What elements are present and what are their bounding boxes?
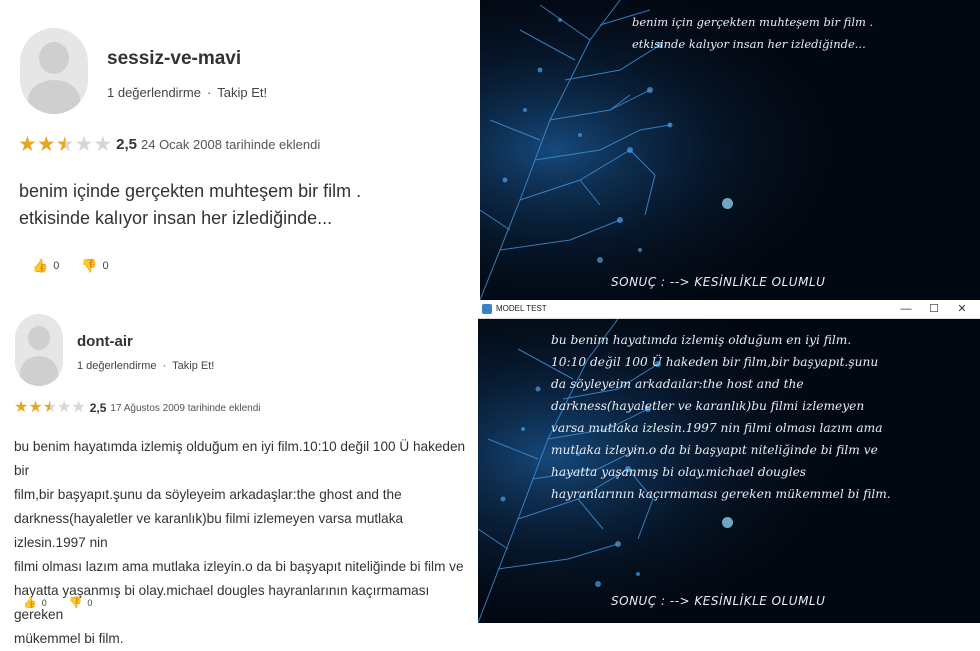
sentiment-result: SONUÇ : --> KESİNLİKLE OLUMLU	[611, 594, 826, 608]
close-button[interactable]: ✕	[948, 301, 976, 318]
review-text: benim içinde gerçekten muhteşem bir film…	[19, 181, 362, 228]
minimize-button[interactable]: —	[892, 301, 920, 318]
username[interactable]: sessiz-ve-mavi	[107, 48, 241, 70]
maximize-button[interactable]: ☐	[920, 301, 948, 318]
thumbs-down-icon[interactable]: 👎	[69, 596, 83, 609]
status-dot	[722, 517, 733, 528]
review-card-2: dont-air 1 değerlendirme · Takip Et! ★ ★ ★…	[0, 302, 478, 646]
avatar[interactable]	[20, 28, 88, 114]
window-title: MODEL TEST	[496, 304, 547, 313]
star-icon: ★	[14, 399, 29, 416]
sentiment-result: SONUÇ : --> KESİNLİKLE OLUMLU	[611, 275, 826, 289]
star-icon: ★	[93, 133, 113, 156]
dislike-count: 0	[102, 260, 109, 272]
review-output-text: bu benim hayatımda izlemiş olduğum en iy…	[551, 333, 891, 501]
like-count: 0	[41, 597, 47, 608]
status-dot	[722, 198, 733, 209]
follow-link[interactable]: Takip Et!	[217, 85, 267, 100]
star-icon: ★	[36, 133, 56, 156]
follow-link[interactable]: Takip Et!	[172, 360, 214, 372]
review-output-text: benim için gerçekten muhteşem bir film .…	[632, 15, 874, 51]
user-meta: 1 değerlendirme · Takip Et!	[77, 360, 215, 372]
app-icon	[482, 304, 492, 314]
model-test-window-2: MODEL TEST — ☐ ✕ bu benim hayatımda izle…	[478, 300, 980, 623]
star-half-icon: ★	[55, 133, 75, 156]
thumbs-up-icon[interactable]: 👍	[32, 258, 48, 274]
rating-score: 2,5	[89, 401, 107, 415]
star-icon: ★	[28, 399, 43, 416]
rating-row: ★ ★ ★ ★ ★ 2,5 17 Ağustos 2009 tarihinde …	[14, 400, 261, 416]
username[interactable]: dont-air	[77, 333, 133, 350]
rating-count: 1 değerlendirme	[107, 85, 201, 100]
review-text: bu benim hayatımda izlemiş olduğum en iy…	[14, 439, 466, 646]
star-icon: ★	[57, 399, 72, 416]
rating-count: 1 değerlendirme	[77, 360, 157, 372]
like-count: 0	[53, 260, 60, 272]
vote-row: 👍 0 👎 0	[23, 596, 92, 609]
avatar[interactable]	[15, 314, 63, 386]
star-icon: ★	[18, 133, 37, 156]
user-meta: 1 değerlendirme · Takip Et!	[107, 85, 268, 100]
star-icon: ★	[71, 399, 86, 416]
star-half-icon: ★	[42, 399, 58, 416]
window-titlebar[interactable]: MODEL TEST — ☐ ✕	[478, 300, 980, 319]
thumbs-up-icon[interactable]: 👍	[23, 596, 37, 609]
thumbs-down-icon[interactable]: 👎	[81, 258, 97, 274]
rating-score: 2,5	[116, 136, 137, 153]
model-test-window-1: benim için gerçekten muhteşem bir film .…	[480, 0, 980, 300]
review-card-1: sessiz-ve-mavi 1 değerlendirme · Takip Et!…	[0, 0, 478, 300]
rating-row: ★ ★ ★ ★ ★ 2,5 24 Ocak 2008 tarihinde ekl…	[18, 134, 320, 155]
review-date: 24 Ocak 2008 tarihinde eklendi	[141, 137, 321, 152]
star-icon: ★	[74, 133, 94, 156]
review-date: 17 Ağustos 2009 tarihinde eklendi	[110, 402, 261, 414]
vote-row: 👍 0 👎 0	[32, 258, 109, 274]
dislike-count: 0	[87, 597, 93, 608]
